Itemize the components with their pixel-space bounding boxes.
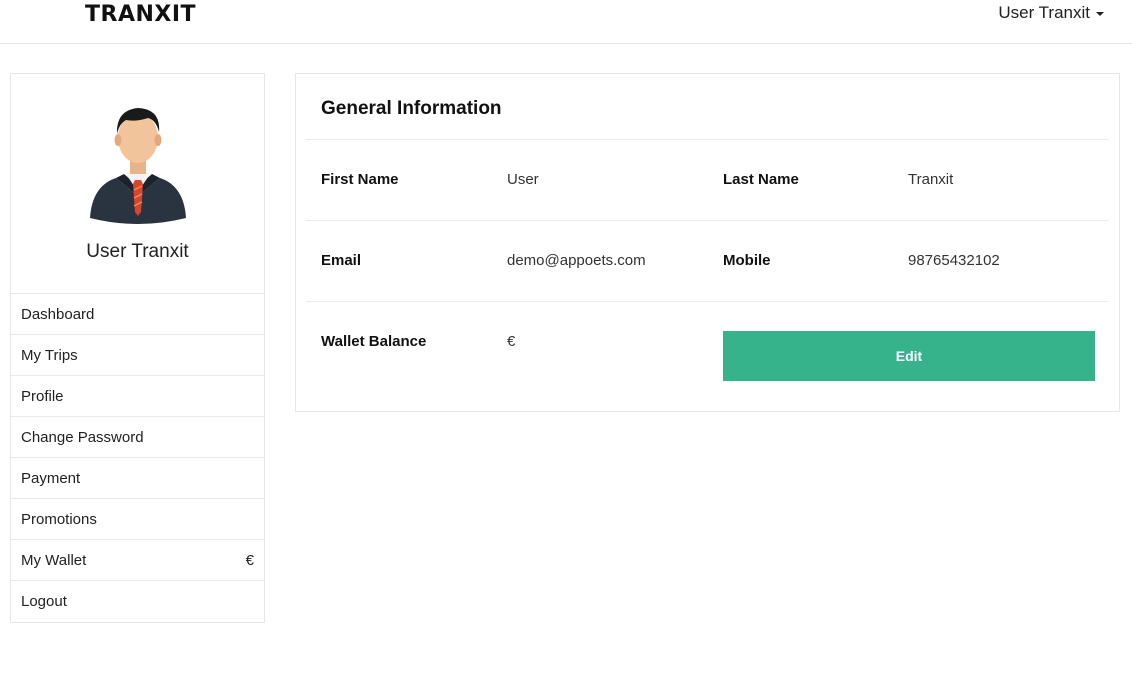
sidebar-item-logout[interactable]: Logout: [11, 581, 264, 622]
mobile-label: Mobile: [723, 252, 771, 269]
top-navbar: TRANXIT User Tranxit: [0, 0, 1132, 44]
sidebar-item-dashboard[interactable]: Dashboard: [11, 294, 264, 335]
card-title: General Information: [321, 98, 502, 119]
sidebar-item-my-trips[interactable]: My Trips: [11, 335, 264, 376]
wallet-balance-badge: €: [245, 551, 254, 569]
divider: [306, 301, 1109, 302]
sidebar-item-label: Change Password: [21, 428, 144, 446]
caret-down-icon: [1096, 12, 1104, 16]
edit-button[interactable]: Edit: [723, 331, 1095, 381]
email-label: Email: [321, 252, 362, 269]
sidebar-item-promotions[interactable]: Promotions: [11, 499, 264, 540]
sidebar-menu: Dashboard My Trips Profile Change Passwo…: [11, 294, 264, 622]
sidebar-item-label: Payment: [21, 469, 81, 487]
sidebar-item-label: Logout: [21, 593, 67, 610]
sidebar: User Tranxit Dashboard My Trips Profile …: [10, 73, 265, 623]
first-name-value: User: [507, 171, 539, 188]
sidebar-item-label: My Wallet: [21, 551, 87, 569]
brand-logo[interactable]: TRANXIT: [85, 2, 196, 27]
sidebar-item-profile[interactable]: Profile: [11, 376, 264, 417]
profile-summary: User Tranxit: [11, 74, 264, 294]
sidebar-item-label: Profile: [21, 387, 64, 405]
wallet-balance-value: €: [507, 333, 516, 350]
divider: [306, 220, 1109, 221]
sidebar-item-label: Dashboard: [21, 305, 95, 323]
sidebar-item-label: My Trips: [21, 346, 78, 364]
general-information-card: General Information First Name User Last…: [295, 73, 1120, 412]
divider: [306, 139, 1109, 140]
sidebar-item-change-password[interactable]: Change Password: [11, 417, 264, 458]
user-menu-dropdown[interactable]: User Tranxit: [998, 3, 1104, 23]
mobile-value: 98765432102: [908, 252, 1000, 269]
first-name-label: First Name: [321, 171, 399, 188]
email-value: demo@appoets.com: [507, 252, 646, 269]
sidebar-item-label: Promotions: [21, 510, 97, 528]
profile-name: User Tranxit: [86, 241, 189, 262]
wallet-balance-label: Wallet Balance: [321, 333, 427, 350]
last-name-label: Last Name: [723, 171, 799, 188]
sidebar-item-my-wallet[interactable]: My Wallet €: [11, 540, 264, 581]
last-name-value: Tranxit: [908, 171, 954, 188]
sidebar-item-payment[interactable]: Payment: [11, 458, 264, 499]
user-menu-label: User Tranxit: [998, 3, 1090, 22]
user-avatar-icon: [90, 108, 186, 224]
